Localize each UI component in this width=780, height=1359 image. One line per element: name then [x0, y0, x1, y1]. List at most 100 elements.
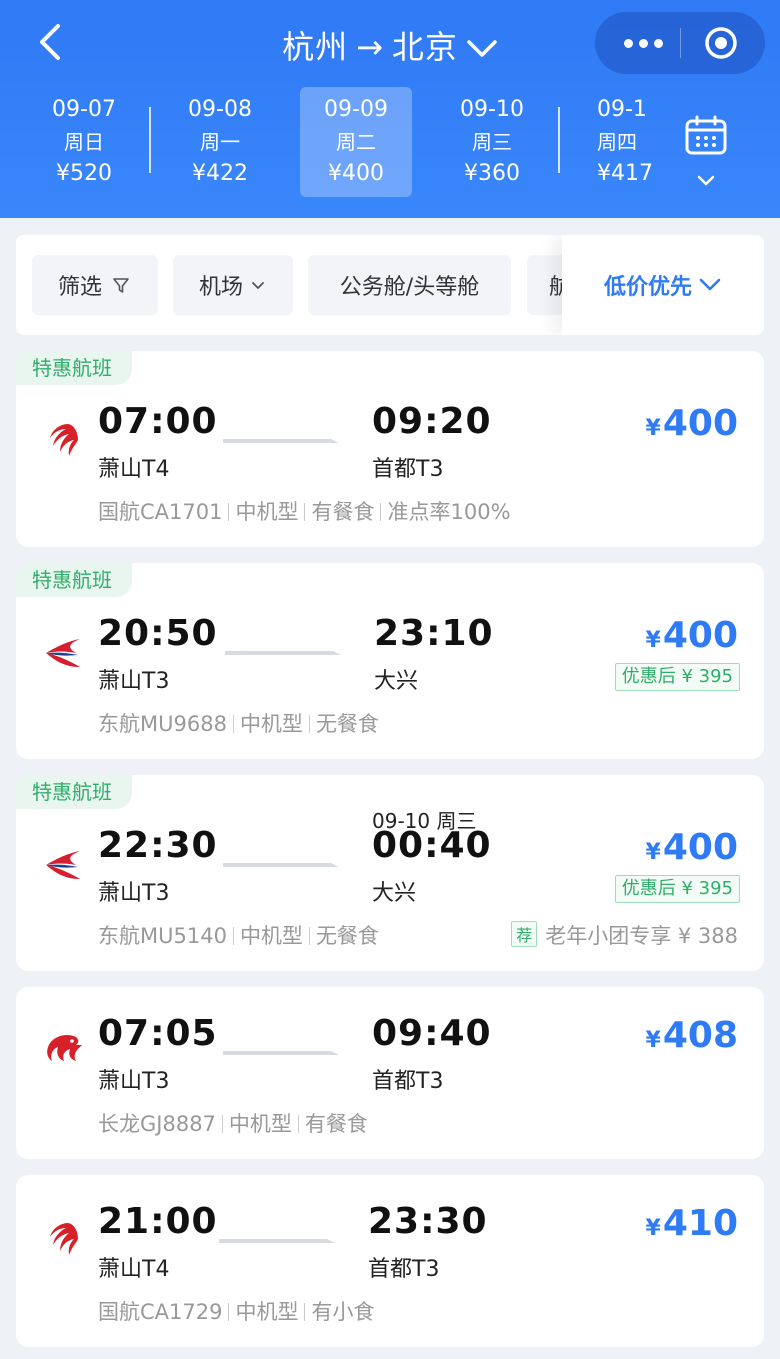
flight-price: ¥408: [646, 1015, 738, 1056]
arrival-time: 23:30: [368, 1201, 488, 1242]
flight-number: 东航MU5140: [98, 924, 227, 948]
cabin-chip[interactable]: 公务舱/头等舱: [308, 255, 511, 315]
meal-info: 无餐食: [315, 924, 379, 948]
target-icon: [705, 27, 737, 59]
chevron-down-icon: [699, 278, 721, 291]
capsule-divider: [680, 28, 681, 58]
airport-label: 机场: [198, 275, 243, 300]
flight-card[interactable]: 21:00 萧山T4 23:30 首都T3 ¥410 国航CA1729 中机型 有小…: [16, 1175, 764, 1347]
chevron-down-icon: [252, 282, 264, 289]
senior-offer-text: 老年小团专享 ¥ 388: [545, 924, 738, 948]
air-china-logo-icon: [50, 424, 78, 456]
china-eastern-logo-icon: [46, 851, 80, 879]
departure-time: 21:00: [98, 1201, 218, 1242]
special-flight-tag: 特惠航班: [16, 351, 132, 385]
date-item[interactable]: 09-1 周四 ¥417: [572, 87, 656, 197]
date-price: ¥417: [597, 161, 653, 186]
calendar-button[interactable]: [684, 115, 728, 195]
date-item[interactable]: 09-07 周日 ¥520: [28, 87, 140, 197]
filter-label: 筛选: [57, 275, 102, 300]
departure-airport: 萧山T3: [98, 881, 170, 906]
close-program-button[interactable]: [703, 25, 739, 65]
price-value: 410: [662, 1203, 738, 1244]
weekday-label: 周二: [336, 130, 376, 154]
departure-time: 07:00: [98, 401, 218, 442]
weekday-label: 周日: [64, 130, 104, 154]
date-label: 09-1: [597, 97, 647, 122]
flight-card[interactable]: 特惠航班 07:00 萧山T4 09:20 首都T3 ¥400 国航CA1701…: [16, 351, 764, 547]
date-label: 09-07: [52, 97, 116, 122]
flight-number: 国航CA1701: [98, 500, 223, 524]
meal-info: 有餐食: [304, 1112, 368, 1136]
date-divider: [558, 107, 560, 173]
airport-chip[interactable]: 机场: [173, 255, 293, 315]
date-item[interactable]: 09-10 周三 ¥360: [436, 87, 548, 197]
flight-card[interactable]: 特惠航班 20:50 萧山T3 23:10 大兴 ¥400 优惠后 ¥ 395 …: [16, 563, 764, 759]
price-value: 400: [662, 615, 738, 656]
currency-symbol: ¥: [645, 1216, 661, 1241]
date-item[interactable]: 09-08 周一 ¥422: [164, 87, 276, 197]
departure-airport: 萧山T4: [98, 457, 170, 482]
route-to: 北京: [391, 28, 458, 66]
flight-price: ¥410: [646, 1203, 738, 1244]
flight-card[interactable]: 07:05 萧山T3 09:40 首都T3 ¥408 长龙GJ8887 中机型 有餐…: [16, 987, 764, 1159]
meal-info: 有小食: [311, 1300, 375, 1324]
arrival-time: 00:40: [372, 825, 492, 866]
recommend-tag: 荐: [511, 921, 538, 947]
currency-symbol: ¥: [645, 1028, 661, 1053]
aircraft-size: 中机型: [228, 1112, 292, 1136]
date-item-selected[interactable]: 09-09 周二 ¥400: [300, 87, 412, 197]
route-from: 杭州: [282, 28, 349, 66]
dot-icon: [638, 38, 648, 48]
arrival-airport: 首都T3: [372, 457, 444, 482]
currency-symbol: ¥: [645, 628, 661, 653]
flight-price: ¥400: [646, 403, 738, 444]
flight-price: ¥400: [646, 615, 738, 656]
price-value: 408: [662, 1015, 738, 1056]
flight-meta: 东航MU5140 中机型 无餐食: [98, 920, 379, 950]
date-divider: [149, 107, 151, 173]
filter-bar: 筛选 机场 公务舱/头等舱 航 低价优先: [16, 235, 764, 335]
cabin-label: 公务舱/头等舱: [339, 275, 480, 300]
filter-chip[interactable]: 筛选: [32, 255, 158, 315]
more-button[interactable]: [617, 29, 669, 57]
arrival-airport: 大兴: [374, 669, 419, 694]
flight-arrow-icon: [223, 863, 339, 867]
flight-meta: 国航CA1701 中机型 有餐食 准点率100%: [98, 496, 511, 526]
aircraft-size: 中机型: [239, 924, 303, 948]
flight-price: ¥400: [646, 827, 738, 868]
aircraft-size: 中机型: [239, 712, 303, 736]
chevron-down-icon: [467, 40, 497, 57]
flight-number: 东航MU9688: [98, 712, 227, 736]
header: 杭州 → 北京 09-07 周日 ¥520 09-08 周一 ¥422 09-0…: [0, 0, 780, 218]
dot-icon: [653, 38, 663, 48]
arrival-airport: 首都T3: [368, 1257, 440, 1282]
flight-arrow-icon: [223, 439, 339, 443]
departure-time: 07:05: [98, 1013, 218, 1054]
departure-airport: 萧山T3: [98, 1069, 170, 1094]
aircraft-size: 中机型: [235, 500, 299, 524]
aircraft-size: 中机型: [235, 1300, 299, 1324]
calendar-icon: [685, 115, 727, 155]
flight-number: 长龙GJ8887: [98, 1112, 216, 1136]
air-china-logo-icon: [50, 1223, 78, 1255]
currency-symbol: ¥: [645, 416, 661, 441]
china-eastern-logo-icon: [46, 639, 80, 667]
sort-label: 低价优先: [603, 275, 692, 300]
mini-program-capsule: [595, 12, 765, 74]
meal-info: 有餐食: [311, 500, 375, 524]
flight-card[interactable]: 特惠航班 09-10 周三 22:30 萧山T3 00:40 大兴 ¥400 优…: [16, 775, 764, 971]
funnel-icon: [113, 278, 129, 293]
price-value: 400: [662, 827, 738, 868]
sort-dropdown[interactable]: 低价优先: [562, 235, 764, 335]
flight-meta: 长龙GJ8887 中机型 有餐食: [98, 1108, 368, 1138]
special-flight-tag: 特惠航班: [16, 563, 132, 597]
weekday-label: 周四: [597, 130, 637, 154]
departure-airport: 萧山T4: [98, 1257, 170, 1282]
arrival-airport: 首都T3: [372, 1069, 444, 1094]
special-flight-tag: 特惠航班: [16, 775, 132, 809]
flight-arrow-icon: [223, 1051, 339, 1055]
date-price: ¥520: [56, 161, 112, 186]
date-price: ¥400: [328, 161, 384, 186]
price-value: 400: [662, 403, 738, 444]
